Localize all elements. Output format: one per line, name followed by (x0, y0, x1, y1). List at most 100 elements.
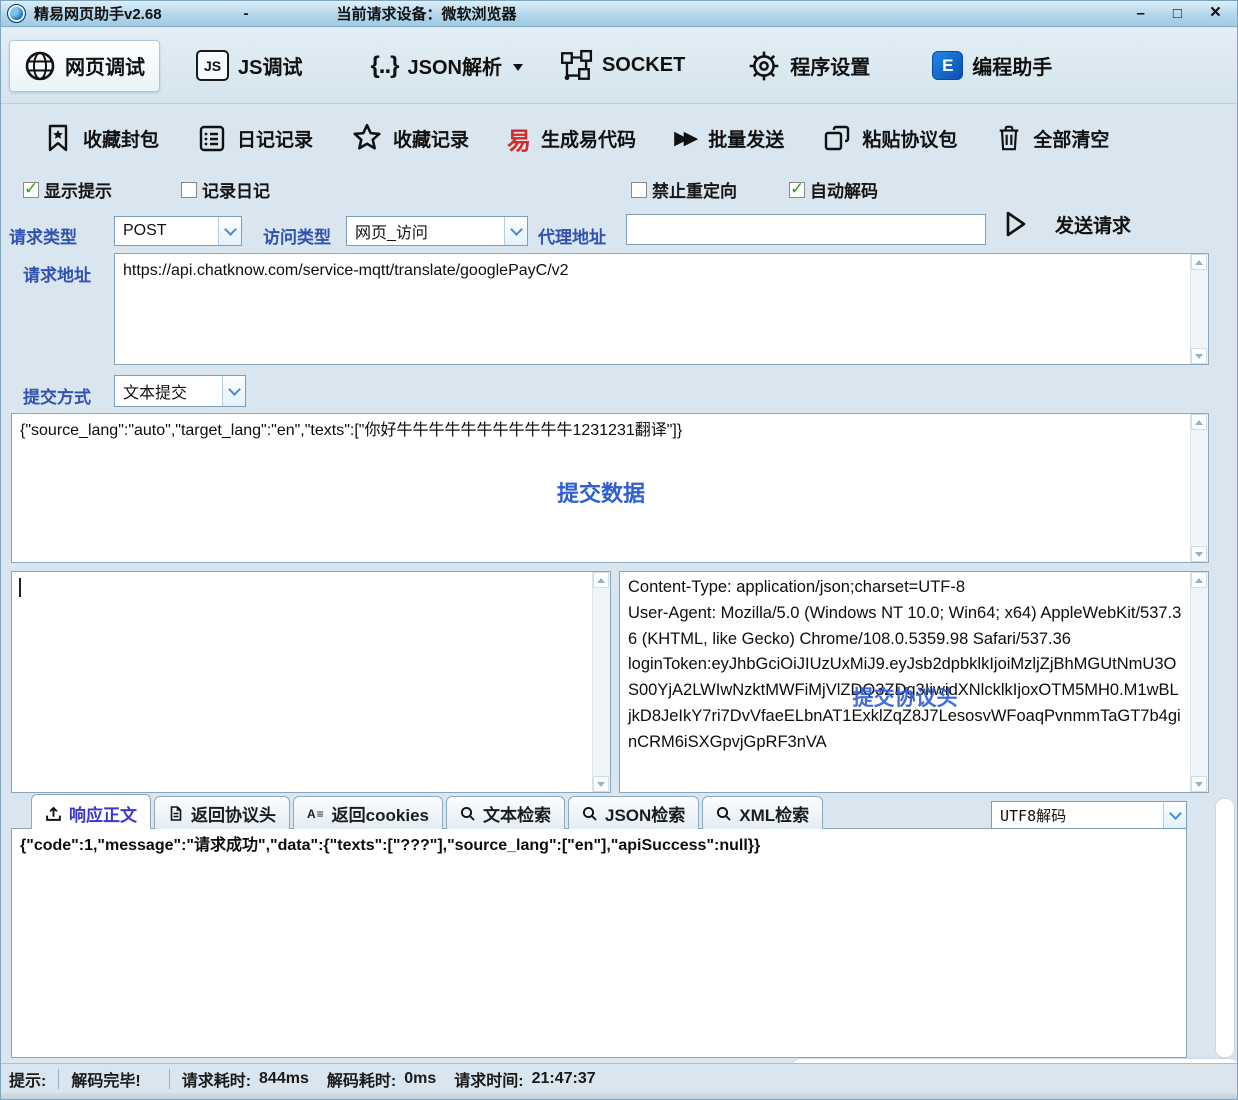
request-type-value: POST (115, 217, 218, 245)
request-url-value[interactable]: https://api.chatknow.com/service-mqtt/tr… (115, 254, 1190, 364)
response-body-box[interactable]: {"code":1,"message":"请求成功","data":{"text… (11, 828, 1187, 1058)
decode-time-value: 0ms (404, 1070, 436, 1088)
paste-protocol-button[interactable]: 粘贴协议包 (822, 123, 957, 153)
nav-tab-js-debug[interactable]: JS JS调试 (182, 41, 316, 90)
send-request-button[interactable]: 发送请求 (1001, 209, 1131, 239)
js-icon: JS (196, 50, 229, 81)
response-body-value[interactable]: {"code":1,"message":"请求成功","data":{"text… (12, 829, 1186, 1057)
status-bar: 提示: 解码完毕! 请求耗时: 844ms 解码耗时: 0ms 请求时间: 21… (1, 1063, 1237, 1094)
access-type-label: 访问类型 (263, 223, 331, 248)
scrollbar[interactable] (592, 572, 610, 792)
checkbox-label: 禁止重定向 (652, 177, 737, 202)
scroll-down-icon[interactable] (1191, 546, 1207, 562)
nav-tab-settings[interactable]: 程序设置 (733, 40, 884, 92)
tool-label: 收藏记录 (393, 125, 469, 152)
nav-tab-label: JSON解析 (407, 51, 501, 80)
submit-data-value[interactable]: {"source_lang":"auto","target_lang":"en"… (12, 414, 1190, 562)
clear-all-button[interactable]: 全部清空 (995, 123, 1109, 153)
scroll-up-icon[interactable] (1191, 572, 1207, 588)
action-toolbar: 收藏封包 日记记录 收藏记录 易 生成易代码 ▶▶ 批量发送 粘贴协议包 (1, 105, 1237, 171)
chevron-down-icon[interactable] (218, 217, 241, 245)
chevron-down-icon[interactable] (513, 64, 523, 76)
scroll-up-icon[interactable] (1191, 414, 1207, 430)
nav-tab-label: 编程助手 (972, 51, 1052, 80)
nav-tab-json-parse[interactable]: {..} JSON解析 (356, 42, 536, 89)
tab-text-search[interactable]: 文本检索 (446, 796, 565, 829)
tool-label: 日记记录 (237, 125, 313, 152)
maximize-button[interactable]: □ (1173, 6, 1182, 22)
submit-method-value: 文本提交 (115, 376, 222, 406)
checkbox-icon (631, 182, 647, 198)
divider (58, 1069, 59, 1089)
play-icon (1001, 209, 1029, 239)
request-type-label: 请求类型 (9, 223, 77, 248)
chevron-down-icon[interactable] (1163, 802, 1186, 828)
diary-log-button[interactable]: 日记记录 (197, 123, 313, 153)
tab-return-cookies[interactable]: A≡ 返回cookies (293, 796, 443, 829)
nav-tab-web-debug[interactable]: 网页调试 (9, 40, 160, 92)
chevron-down-icon[interactable] (222, 376, 245, 406)
request-time-label: 请求耗时: (182, 1067, 251, 1091)
request-type-select[interactable]: POST (114, 216, 242, 246)
checkbox-no-redirect[interactable]: 禁止重定向 (631, 177, 737, 202)
nav-tab-socket[interactable]: SOCKET (545, 40, 699, 92)
tab-label: 文本检索 (483, 801, 551, 826)
request-headers-value[interactable]: Content-Type: application/json;charset=U… (620, 572, 1190, 792)
submit-data-box[interactable]: {"source_lang":"auto","target_lang":"en"… (11, 413, 1209, 563)
minimize-button[interactable]: – (1136, 6, 1144, 22)
checkbox-icon (181, 182, 197, 198)
access-type-value: 网页_访问 (347, 217, 504, 245)
scrollbar[interactable] (1190, 572, 1208, 792)
yi-icon: 易 (507, 121, 531, 156)
checkbox-label: 记录日记 (202, 177, 270, 202)
close-button[interactable]: × (1210, 3, 1221, 22)
request-at-value: 21:47:37 (532, 1070, 596, 1088)
scroll-down-icon[interactable] (593, 776, 609, 792)
globe-icon (24, 50, 56, 82)
scrollbar[interactable] (1190, 414, 1208, 562)
search-icon (460, 806, 476, 822)
decode-time-label: 解码耗时: (327, 1067, 396, 1091)
tab-json-search[interactable]: JSON检索 (568, 796, 699, 829)
nav-tab-coding-helper[interactable]: E 编程助手 (918, 42, 1066, 89)
batch-send-button[interactable]: ▶▶ 批量发送 (674, 125, 784, 152)
braces-icon: {..} (370, 52, 398, 80)
tab-return-headers[interactable]: 返回协议头 (154, 796, 290, 829)
scroll-down-icon[interactable] (1191, 776, 1207, 792)
favorite-record-button[interactable]: 收藏记录 (351, 122, 469, 154)
extra-data-box[interactable] (11, 571, 611, 793)
checkbox-label: 自动解码 (810, 177, 878, 202)
submit-method-select[interactable]: 文本提交 (114, 375, 246, 407)
save-packet-button[interactable]: 收藏封包 (43, 123, 159, 153)
list-icon (197, 123, 227, 153)
checkbox-label: 显示提示 (44, 177, 112, 202)
window-bottom-edge (1, 1093, 1237, 1100)
proxy-address-input[interactable] (626, 214, 986, 245)
access-type-select[interactable]: 网页_访问 (346, 216, 528, 246)
scrollbar[interactable] (1190, 254, 1208, 364)
request-url-box[interactable]: https://api.chatknow.com/service-mqtt/tr… (114, 253, 1209, 365)
generate-e-code-button[interactable]: 易 生成易代码 (507, 121, 636, 156)
checkbox-show-tip[interactable]: 显示提示 (23, 177, 112, 202)
decode-mode-select[interactable]: UTF8解码 (991, 801, 1187, 829)
scroll-down-icon[interactable] (1191, 348, 1207, 364)
tab-label: JSON检索 (605, 801, 685, 826)
checkbox-auto-decode[interactable]: 自动解码 (789, 177, 878, 202)
tab-label: XML检索 (739, 801, 809, 826)
document-icon (168, 805, 184, 822)
scroll-up-icon[interactable] (1191, 254, 1207, 270)
nav-tab-label: 网页调试 (65, 51, 145, 80)
scroll-up-icon[interactable] (593, 572, 609, 588)
chevron-down-icon[interactable] (504, 217, 527, 245)
search-icon (582, 806, 598, 822)
request-headers-box[interactable]: Content-Type: application/json;charset=U… (619, 571, 1209, 793)
bookmark-star-icon (43, 123, 73, 153)
text-cursor (19, 578, 21, 597)
main-nav-bar: 网页调试 JS JS调试 {..} JSON解析 SOCKET 程序设置 E 编… (1, 28, 1237, 104)
checkbox-log-diary[interactable]: 记录日记 (181, 177, 270, 202)
tab-xml-search[interactable]: XML检索 (702, 796, 823, 829)
app-logo-icon (7, 4, 26, 23)
nav-tab-label: 程序设置 (790, 51, 870, 80)
tab-response-body[interactable]: 响应正文 (31, 794, 151, 829)
panel-vscrollbar[interactable] (1215, 798, 1235, 1058)
